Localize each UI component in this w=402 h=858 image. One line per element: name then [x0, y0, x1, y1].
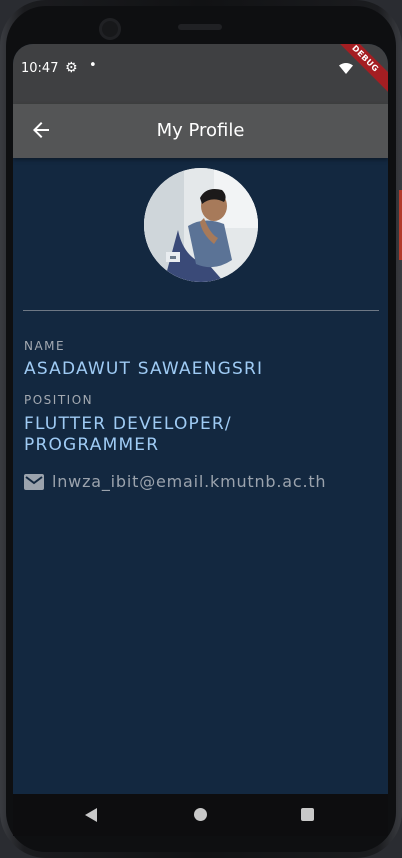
status-bar: 10:47 ⚙ • DEBUG [13, 44, 388, 104]
profile-position-line1: FLUTTER DEVELOPER/ [24, 414, 232, 434]
front-camera [99, 18, 121, 40]
gear-icon: ⚙ [65, 60, 78, 76]
nav-home-icon[interactable] [194, 808, 207, 821]
earpiece-speaker [178, 24, 222, 30]
app-screen: 10:47 ⚙ • DEBUG My Profile NAME ASADAWUT… [13, 44, 388, 794]
wifi-icon [339, 63, 353, 74]
notification-dot: • [89, 58, 97, 73]
profile-position-line2: PROGRAMMER [24, 435, 160, 455]
system-nav-bar [13, 794, 388, 836]
section-divider [23, 310, 379, 311]
page-title: My Profile [156, 120, 245, 141]
nav-recents-icon[interactable] [301, 808, 314, 821]
app-bar: My Profile [13, 104, 388, 158]
phone-frame: 10:47 ⚙ • DEBUG My Profile NAME ASADAWUT… [0, 0, 402, 858]
profile-email[interactable]: lnwza_ibit@email.kmutnb.ac.th [52, 472, 326, 491]
nav-back-icon[interactable] [85, 808, 97, 822]
mail-icon [24, 474, 44, 490]
profile-avatar [144, 168, 258, 282]
profile-name: ASADAWUT SAWAENGSRI [24, 359, 264, 379]
debug-banner: DEBUG [328, 44, 388, 96]
name-label: NAME [24, 339, 66, 353]
position-label: POSITION [24, 393, 94, 407]
status-time: 10:47 [21, 61, 59, 76]
